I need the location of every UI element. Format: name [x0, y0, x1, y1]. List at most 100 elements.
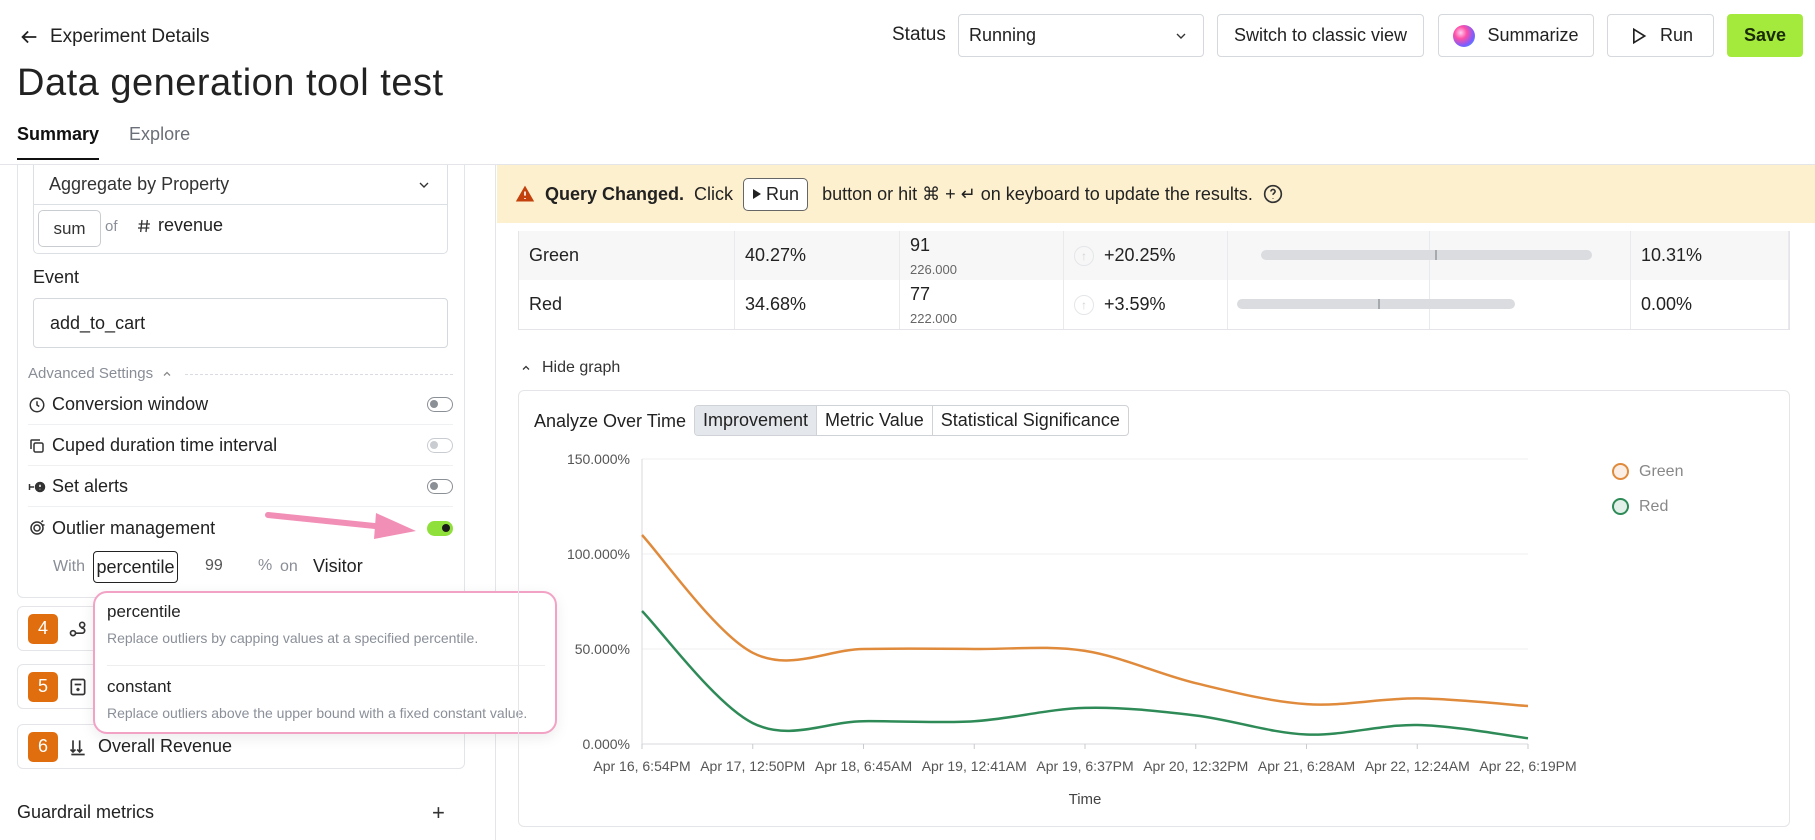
tab-explore[interactable]: Explore — [129, 124, 190, 160]
results-table: Green 40.27% 91 226.000 ↑ +20.25% 10.31% R… — [518, 231, 1790, 330]
percent-sign: % — [258, 557, 273, 574]
graph-mode-tabs: Improvement Metric Value Statistical Sig… — [694, 405, 1129, 436]
outlier-management-toggle[interactable] — [427, 520, 453, 536]
y-tick-label: 150.000% — [567, 451, 630, 467]
back-label: Experiment Details — [50, 26, 210, 47]
copy-icon — [30, 438, 44, 453]
setting-label: Set alerts — [52, 476, 129, 496]
property-label: revenue — [158, 215, 224, 235]
chart-legend: Green Red — [1612, 454, 1683, 524]
hide-graph-label: Hide graph — [542, 359, 621, 376]
arrow-up-icon: ↑ — [1074, 245, 1094, 266]
banner-pre: Click — [694, 183, 734, 204]
count-value: 77 — [910, 283, 931, 304]
status-value: Running — [969, 25, 1037, 45]
option-title: percentile — [107, 602, 181, 621]
advanced-settings-label: Advanced Settings — [28, 365, 154, 382]
percentile-value[interactable]: 99 — [205, 557, 223, 575]
entity-select[interactable]: Visitor — [313, 556, 363, 577]
cuped-toggle[interactable] — [427, 438, 453, 453]
sort-down-icon — [69, 739, 85, 755]
confidence-interval-tick — [1378, 299, 1381, 309]
count-value: 91 — [910, 234, 931, 255]
dropdown-option-constant[interactable]: constant Replace outliers above the uppe… — [107, 677, 547, 721]
banner-run-button[interactable]: Run — [743, 177, 809, 211]
count-sub: 222.000 — [910, 310, 957, 326]
table-row[interactable]: Red 34.68% 77 222.000 ↑ +3.59% 0.00% — [519, 280, 1789, 329]
rate-cell: 40.27% — [735, 231, 900, 280]
set-alerts-toggle[interactable] — [427, 479, 453, 494]
advanced-divider — [185, 374, 453, 375]
rate-cell: 34.68% — [735, 280, 900, 329]
setting-conversion-window: Conversion window — [28, 385, 453, 425]
x-tick-label: Apr 22, 12:24AM — [1365, 758, 1470, 774]
metric-label: Overall Revenue — [98, 736, 233, 756]
switch-classic-label: Switch to classic view — [1233, 25, 1408, 45]
tab-summary[interactable]: Summary — [17, 124, 100, 160]
x-tick-label: Apr 20, 12:32PM — [1143, 758, 1248, 774]
uplift-cell: ↑ +20.25% — [1064, 231, 1228, 280]
x-tick-label: Apr 17, 12:50PM — [700, 758, 805, 774]
legend-item-green[interactable]: Green — [1612, 454, 1683, 489]
clock-icon — [29, 397, 45, 412]
hide-graph-toggle[interactable]: Hide graph — [520, 359, 620, 377]
advanced-settings-toggle[interactable]: Advanced Settings — [28, 365, 173, 382]
play-icon — [753, 189, 762, 199]
play-icon — [1632, 27, 1647, 44]
outlier-method-select[interactable]: percentile — [93, 551, 178, 583]
chevron-down-icon — [419, 182, 429, 188]
dropdown-divider — [107, 665, 545, 666]
target-icon — [30, 519, 45, 535]
event-field[interactable]: add_to_cart — [33, 298, 448, 348]
x-axis-label: Time — [1069, 791, 1102, 808]
uplift-value: +20.25% — [1104, 245, 1176, 265]
page-title: Data generation tool test — [17, 62, 444, 104]
table-row[interactable]: Green 40.27% 91 226.000 ↑ +20.25% 10.31% — [519, 231, 1789, 280]
outlier-method-dropdown: percentile Replace outliers by capping v… — [93, 591, 557, 734]
on-label: on — [280, 558, 298, 575]
tab-statistical-significance[interactable]: Statistical Significance — [933, 406, 1128, 435]
legend-item-red[interactable]: Red — [1612, 489, 1683, 524]
summarize-button[interactable]: Summarize — [1438, 14, 1594, 57]
save-button[interactable]: Save — [1727, 14, 1803, 57]
back-link[interactable]: Experiment Details — [18, 22, 209, 52]
count-cell: 77 222.000 — [900, 280, 1064, 329]
add-guardrail-button[interactable]: + — [432, 800, 445, 826]
status-label: Status — [892, 24, 946, 45]
confidence-interval-bar — [1237, 299, 1516, 309]
dropdown-option-percentile[interactable]: percentile Replace outliers by capping v… — [107, 602, 547, 646]
aggregate-select[interactable]: Aggregate by Property — [33, 165, 448, 205]
event-label: Event — [33, 267, 80, 287]
calculator-icon — [70, 678, 86, 695]
setting-label: Conversion window — [52, 394, 209, 414]
property-select[interactable]: revenue — [136, 215, 223, 236]
conversion-window-toggle[interactable] — [427, 397, 453, 412]
setting-label: Outlier management — [52, 517, 216, 538]
x-tick-label: Apr 19, 12:41AM — [922, 758, 1027, 774]
x-tick-label: Apr 21, 6:28AM — [1258, 758, 1355, 774]
agg-function-select[interactable]: sum — [38, 210, 101, 247]
banner-run-label: Run — [766, 183, 800, 204]
hash-icon — [138, 219, 150, 232]
tab-improvement[interactable]: Improvement — [695, 406, 818, 435]
status-select[interactable]: Running — [958, 14, 1204, 57]
variant-cell: Green — [519, 231, 735, 280]
legend-label: Green — [1639, 462, 1684, 480]
annotation-arrow — [265, 512, 416, 539]
chevron-up-icon — [522, 365, 530, 370]
run-button[interactable]: Run — [1607, 14, 1714, 57]
tab-metric-value[interactable]: Metric Value — [817, 406, 933, 435]
x-tick-label: Apr 22, 6:19PM — [1479, 758, 1576, 774]
significance-cell: 10.31% — [1631, 231, 1789, 280]
significance-cell: 0.00% — [1631, 280, 1789, 329]
help-icon[interactable] — [1263, 184, 1283, 204]
x-tick-label: Apr 16, 6:54PM — [593, 758, 690, 774]
run-label: Run — [1659, 25, 1694, 45]
legend-swatch — [1612, 463, 1629, 480]
of-label: of — [105, 218, 118, 235]
switch-classic-view-button[interactable]: Switch to classic view — [1217, 14, 1424, 57]
x-tick-label: Apr 19, 6:37PM — [1036, 758, 1133, 774]
setting-label: Cuped duration time interval — [52, 435, 278, 455]
series-line-green — [641, 534, 1529, 708]
banner-post: button or hit ⌘ + ↵ on keyboard to updat… — [822, 183, 1253, 204]
